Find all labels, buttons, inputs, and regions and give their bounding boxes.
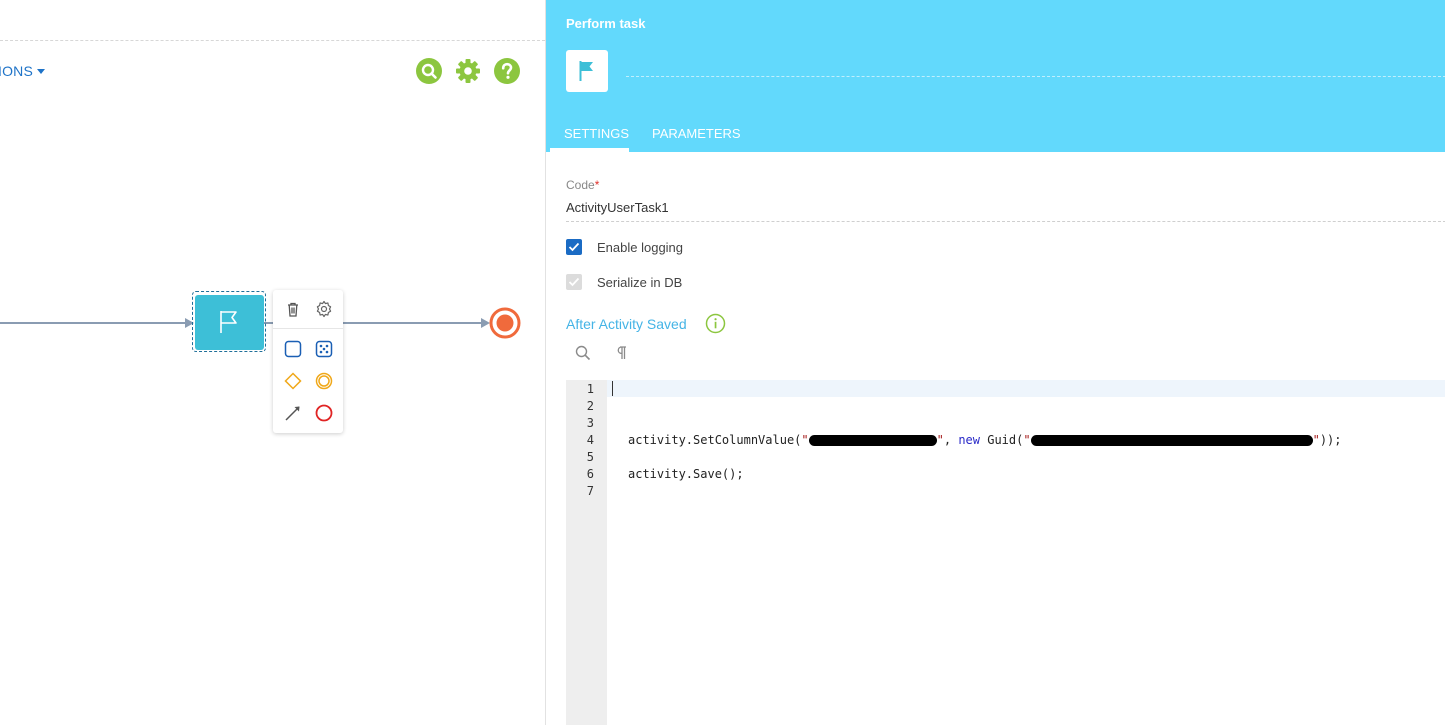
code-field-label: Code*	[566, 178, 600, 192]
line-number: 6	[586, 467, 594, 481]
panel-title: Perform task	[566, 16, 646, 31]
process-canvas[interactable]: IONS	[0, 0, 545, 725]
toolbar-divider	[0, 40, 545, 41]
line-number: 1	[586, 382, 594, 396]
element-name-field[interactable]	[626, 76, 1445, 77]
active-line-highlight	[607, 380, 1445, 397]
code-field[interactable]: ActivityUserTask1	[566, 200, 1445, 222]
line-number: 3	[586, 416, 594, 430]
help-icon[interactable]	[494, 58, 520, 84]
enable-logging-label: Enable logging	[597, 240, 684, 255]
line-number: 7	[586, 484, 594, 498]
script-editor[interactable]: 1 2 3 4 5 6 7 activity.SetColumnValue(" "…	[566, 380, 1445, 725]
line-number: 5	[586, 450, 594, 464]
task-shape-icon[interactable]	[282, 338, 304, 360]
actions-menu-button[interactable]: IONS	[0, 63, 46, 79]
element-type-badge	[566, 50, 608, 92]
serialize-in-db-checkbox	[566, 274, 582, 290]
element-context-toolbar	[273, 290, 343, 433]
panel-header: Perform task SETTINGS PARAMETERS	[546, 0, 1445, 152]
active-tab-indicator	[550, 148, 629, 152]
toolbar-separator	[273, 328, 343, 329]
line-number: 4	[586, 433, 594, 447]
flag-icon	[579, 61, 593, 81]
gear-icon[interactable]	[313, 298, 335, 320]
pilcrow-icon[interactable]	[612, 344, 630, 362]
sequence-flow-in[interactable]	[0, 322, 186, 324]
redacted-text	[808, 435, 937, 446]
search-icon[interactable]	[416, 58, 442, 84]
gear-icon[interactable]	[455, 58, 481, 84]
enable-logging-checkbox[interactable]	[566, 239, 582, 255]
code-line-4: activity.SetColumnValue(" ", new Guid(" ")…	[628, 433, 1342, 447]
checkmark-icon	[568, 277, 580, 287]
intermediate-event-icon[interactable]	[313, 370, 335, 392]
info-icon[interactable]	[705, 313, 726, 334]
line-number: 2	[586, 399, 594, 413]
script-section-title: After Activity Saved	[566, 316, 687, 332]
checkmark-icon	[568, 242, 580, 252]
actions-menu-label: IONS	[0, 63, 34, 79]
connector-icon[interactable]	[282, 402, 304, 424]
perform-task-element[interactable]	[195, 295, 264, 350]
text-cursor	[612, 381, 613, 396]
serialize-in-db-label: Serialize in DB	[597, 275, 683, 290]
end-event[interactable]	[489, 307, 521, 339]
editor-search-icon[interactable]	[574, 344, 592, 362]
tab-settings[interactable]: SETTINGS	[564, 126, 629, 141]
required-mark: *	[594, 178, 600, 192]
properties-panel: Perform task SETTINGS PARAMETERS Code* A…	[545, 0, 1445, 725]
line-number-gutter: 1 2 3 4 5 6 7	[566, 380, 607, 725]
tab-parameters[interactable]: PARAMETERS	[652, 126, 741, 141]
sequence-flow-out[interactable]	[343, 322, 483, 324]
subprocess-icon[interactable]	[313, 338, 335, 360]
flag-icon	[220, 311, 237, 333]
caret-down-icon	[37, 68, 46, 74]
trash-icon[interactable]	[282, 298, 304, 320]
redacted-text	[1030, 435, 1313, 446]
gateway-icon[interactable]	[282, 370, 304, 392]
code-line-6: activity.Save();	[628, 467, 744, 481]
end-event-icon[interactable]	[313, 402, 335, 424]
